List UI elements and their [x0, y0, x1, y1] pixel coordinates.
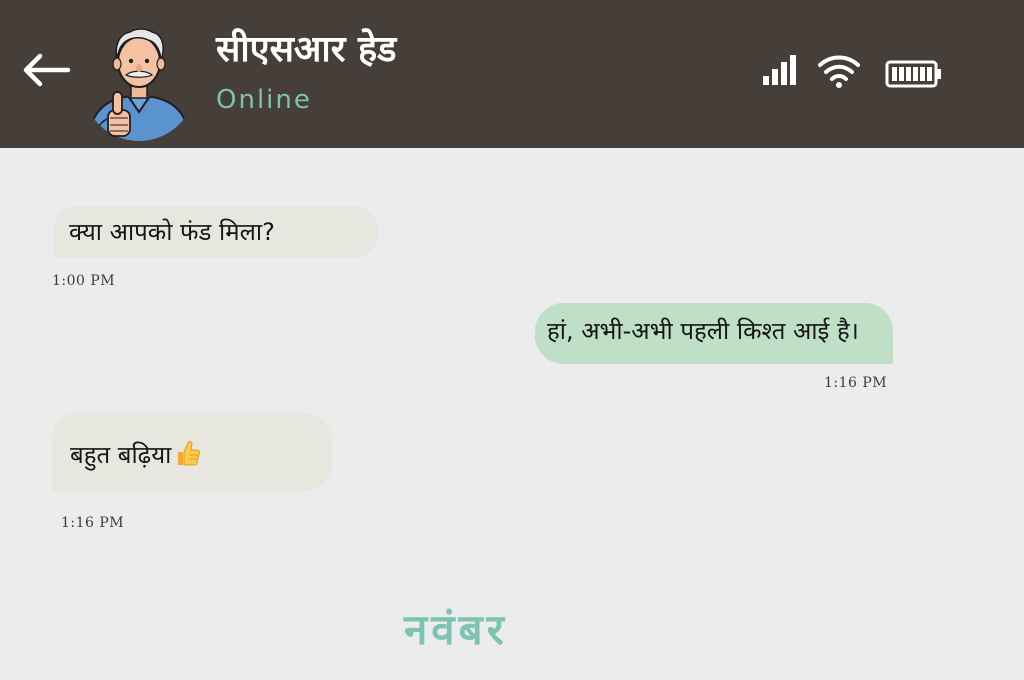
message-timestamp: 1:16 PM	[61, 515, 125, 531]
wifi-icon	[816, 52, 862, 90]
contact-avatar[interactable]	[82, 20, 196, 142]
message-text: हां, अभी-अभी पहली किश्त आई है।	[547, 317, 859, 345]
thumbs-up-icon	[175, 439, 201, 467]
back-arrow-icon[interactable]	[18, 50, 72, 90]
online-status: Online	[216, 85, 312, 115]
chat-header: सीएसआर हेड Online	[0, 0, 1024, 148]
message-text: बहुत बढ़िया	[70, 441, 172, 469]
month-label: नवंबर	[404, 605, 508, 654]
signal-icon	[760, 52, 800, 88]
incoming-message-bubble[interactable]: क्या आपको फंड मिला?	[53, 206, 379, 258]
outgoing-message-bubble[interactable]: हां, अभी-अभी पहली किश्त आई है।	[535, 303, 893, 364]
message-text: क्या आपको फंड मिला?	[69, 218, 275, 246]
message-content: बहुत बढ़िया	[70, 439, 201, 470]
message-timestamp: 1:16 PM	[824, 375, 888, 391]
message-timestamp: 1:00 PM	[52, 273, 116, 289]
contact-name[interactable]: सीएसआर हेड	[216, 28, 396, 71]
battery-icon	[884, 58, 944, 90]
incoming-message-bubble[interactable]: बहुत बढ़िया	[52, 413, 332, 491]
